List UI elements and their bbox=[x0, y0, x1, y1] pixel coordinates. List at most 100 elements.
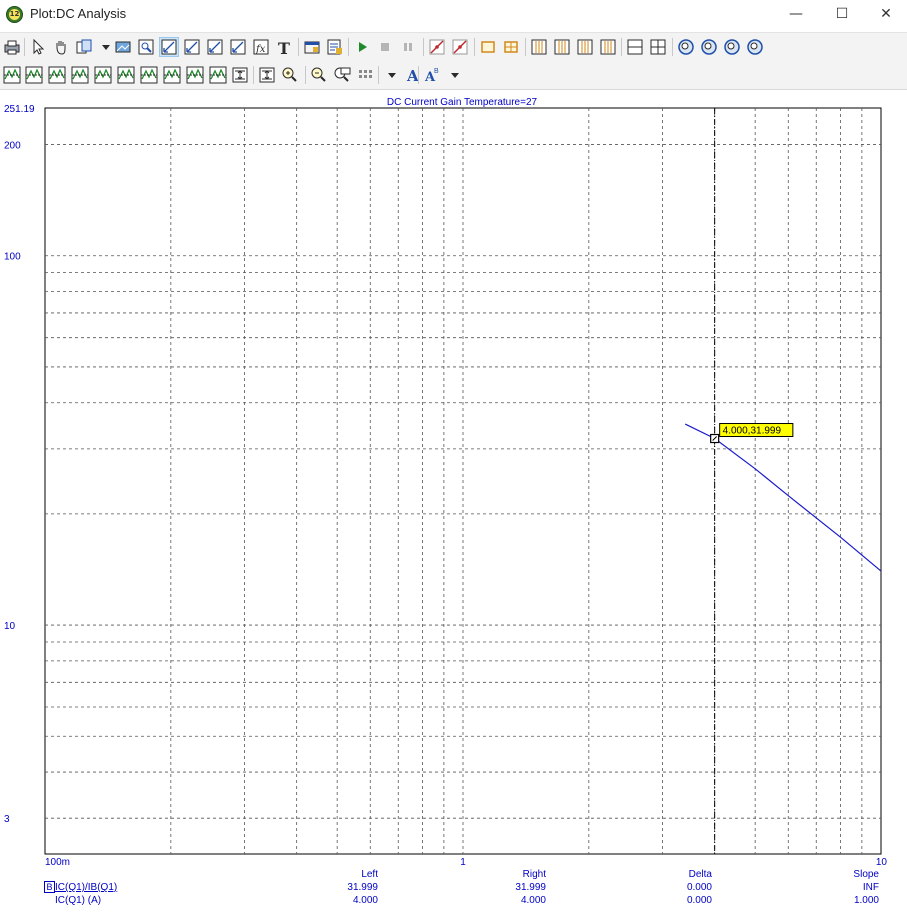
zoom-reset-icon bbox=[747, 39, 763, 55]
tag-font-button[interactable]: AB bbox=[422, 65, 442, 85]
pause-button[interactable] bbox=[398, 37, 418, 57]
legend-header-slope: Slope bbox=[853, 869, 879, 880]
maximize-button[interactable]: ☐ bbox=[819, 0, 865, 30]
global-low-button[interactable] bbox=[139, 65, 159, 85]
slope-button[interactable] bbox=[450, 37, 470, 57]
legend-marker-box: B bbox=[44, 881, 55, 893]
zoom-100-button[interactable] bbox=[332, 65, 352, 85]
cursor-tag-label: 4.000,31.999 bbox=[723, 426, 782, 437]
data-properties-button[interactable] bbox=[325, 37, 345, 57]
tag-dropdown-button[interactable] bbox=[445, 65, 465, 85]
toolbar-separator bbox=[298, 38, 299, 56]
text-tool-button[interactable]: T bbox=[274, 37, 294, 57]
layout-dropdown-button[interactable] bbox=[382, 65, 402, 85]
zoom-fit-button[interactable] bbox=[676, 37, 696, 57]
run-button[interactable] bbox=[352, 37, 372, 57]
stop-button[interactable] bbox=[375, 37, 395, 57]
valley-icon bbox=[25, 66, 43, 84]
y-tick-labels: 251.19 200 100 10 3 bbox=[4, 104, 35, 825]
inflection-button[interactable] bbox=[93, 65, 113, 85]
image-button[interactable] bbox=[113, 37, 133, 57]
bottom-button[interactable] bbox=[185, 65, 205, 85]
zoom-in-icon bbox=[282, 67, 297, 82]
y-tick-label: 200 bbox=[4, 141, 21, 152]
properties-icon bbox=[304, 41, 320, 54]
bottom-icon bbox=[186, 66, 204, 84]
copy-icon bbox=[76, 39, 92, 54]
scale-xy-icon bbox=[207, 39, 223, 55]
legend-x-name: IC(Q1) (A) bbox=[55, 895, 102, 906]
zoom-function-button[interactable] bbox=[722, 37, 742, 57]
x-tick-label: 10 bbox=[876, 857, 888, 868]
font-button[interactable]: A bbox=[403, 65, 423, 85]
low-button[interactable] bbox=[70, 65, 90, 85]
scale-xy-button[interactable] bbox=[205, 37, 225, 57]
legend-slope-value: INF bbox=[862, 882, 879, 893]
grid-split-button[interactable] bbox=[648, 37, 668, 57]
next-cursor-icon bbox=[209, 66, 227, 84]
scale-y-icon bbox=[184, 39, 200, 55]
zoom-in-fit-button[interactable] bbox=[699, 37, 719, 57]
layout-grid-icon bbox=[359, 70, 372, 78]
x-tick-label: 1 bbox=[460, 857, 466, 868]
global-high-button[interactable] bbox=[116, 65, 136, 85]
minimize-button[interactable]: — bbox=[773, 0, 819, 30]
legend-right-value: 31.999 bbox=[515, 882, 546, 893]
properties-button[interactable] bbox=[302, 37, 322, 57]
valley-button[interactable] bbox=[24, 65, 44, 85]
analysis-toolbar: A AB bbox=[0, 61, 907, 90]
scale-auto-icon bbox=[230, 39, 246, 55]
low-icon bbox=[71, 66, 89, 84]
legend-delta-value: 0.000 bbox=[686, 882, 712, 893]
copy-button[interactable] bbox=[74, 37, 94, 57]
box-button[interactable] bbox=[478, 37, 498, 57]
split-2-button[interactable] bbox=[552, 37, 572, 57]
legend-series-name[interactable]: IC(Q1)/IB(Q1) bbox=[55, 882, 117, 893]
legend-right-value: 4.000 bbox=[520, 895, 546, 906]
toolbar-separator bbox=[378, 66, 379, 84]
close-button[interactable]: ✕ bbox=[863, 0, 907, 30]
layout-grid-button[interactable] bbox=[355, 65, 375, 85]
legend-table: Left Right Delta Slope B IC(Q1)/IB(Q1) 3… bbox=[0, 868, 907, 914]
horizontal-split-button[interactable] bbox=[625, 37, 645, 57]
svg-text:fx: fx bbox=[255, 44, 266, 55]
inflection-icon bbox=[94, 66, 112, 84]
printer-button[interactable] bbox=[2, 37, 22, 57]
main-toolbar: fx T bbox=[0, 32, 907, 61]
stop-icon bbox=[381, 43, 389, 51]
fit-scale-icon bbox=[259, 67, 275, 83]
zoom-in-fit-icon bbox=[701, 39, 717, 55]
legend-header-left: Left bbox=[361, 869, 378, 880]
peak-button[interactable] bbox=[2, 65, 22, 85]
auto-scale-button[interactable] bbox=[230, 65, 250, 85]
zoom-image-button[interactable] bbox=[136, 37, 156, 57]
grid-box-button[interactable] bbox=[501, 37, 521, 57]
toolbar-separator bbox=[253, 66, 254, 84]
scale-y-button[interactable] bbox=[182, 37, 202, 57]
function-icon: fx bbox=[253, 39, 269, 55]
pan-hand-button[interactable] bbox=[51, 37, 71, 57]
split-4-button[interactable] bbox=[598, 37, 618, 57]
scale-auto-button[interactable] bbox=[228, 37, 248, 57]
zoom-in-button[interactable] bbox=[280, 65, 300, 85]
split-1-button[interactable] bbox=[529, 37, 549, 57]
scale-x-icon bbox=[161, 39, 177, 55]
function-button[interactable]: fx bbox=[251, 37, 271, 57]
toolbar-separator bbox=[348, 38, 349, 56]
plot-area[interactable]: DC Current Gain Temperature=27 251.19 200… bbox=[0, 91, 907, 868]
svg-text:B: B bbox=[434, 68, 439, 75]
tangent-button[interactable] bbox=[427, 37, 447, 57]
zoom-reset-button[interactable] bbox=[745, 37, 765, 57]
legend-left-value: 4.000 bbox=[352, 895, 378, 906]
scale-x-button[interactable] bbox=[159, 37, 179, 57]
top-button[interactable] bbox=[162, 65, 182, 85]
select-arrow-button[interactable] bbox=[28, 37, 48, 57]
fit-scale-button[interactable] bbox=[257, 65, 277, 85]
zoom-out-button[interactable] bbox=[309, 65, 329, 85]
data-properties-icon bbox=[327, 39, 342, 55]
text-tool-icon: T bbox=[278, 39, 290, 57]
zoom-fit-icon bbox=[678, 39, 694, 55]
split-3-button[interactable] bbox=[575, 37, 595, 57]
high-button[interactable] bbox=[47, 65, 67, 85]
next-cursor-button[interactable] bbox=[208, 65, 228, 85]
